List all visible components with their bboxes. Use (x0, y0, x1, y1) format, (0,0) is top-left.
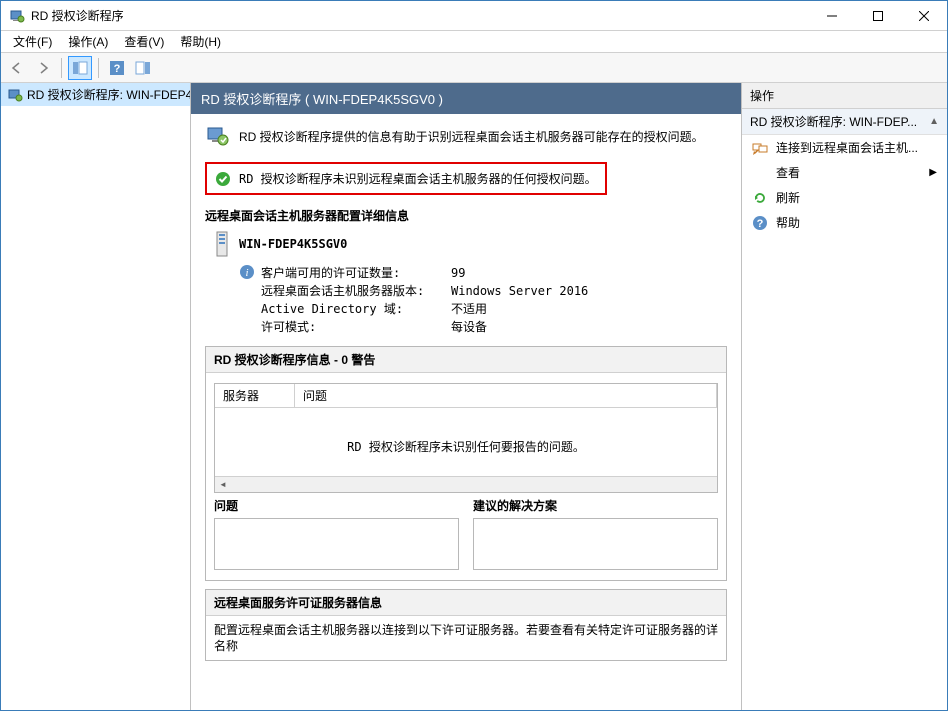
kv-label: 客户端可用的许可证数量: (261, 264, 451, 282)
kv-value: Windows Server 2016 (451, 282, 588, 300)
menu-view[interactable]: 查看(V) (116, 31, 172, 52)
action-view[interactable]: 查看 ▶ (742, 160, 947, 185)
action-help[interactable]: ? 帮助 (742, 210, 947, 235)
titlebar: RD 授权诊断程序 (1, 1, 947, 31)
submenu-arrow-icon: ▶ (929, 167, 937, 178)
kv-label: 远程桌面会话主机服务器版本: (261, 282, 451, 300)
app-icon (9, 8, 25, 24)
server-name: WIN-FDEP4K5SGV0 (239, 237, 347, 251)
nav-back-button[interactable] (5, 56, 29, 80)
connect-icon (752, 140, 768, 156)
action-view-label: 查看 (776, 164, 800, 181)
menubar: 文件(F) 操作(A) 查看(V) 帮助(H) (1, 31, 947, 53)
diagnostic-icon (7, 87, 23, 103)
diagnostic-large-icon (205, 124, 229, 148)
action-refresh-label: 刷新 (776, 189, 800, 206)
info-icon: i (239, 264, 255, 280)
collapse-icon: ▲ (929, 116, 939, 127)
kv-value: 不适用 (451, 300, 487, 318)
action-help-label: 帮助 (776, 214, 800, 231)
diag-info-title: RD 授权诊断程序信息 - 0 警告 (206, 347, 726, 373)
license-server-group: 远程桌面服务许可证服务器信息 配置远程桌面会话主机服务器以连接到以下许可证服务器… (205, 589, 727, 661)
tree-root-label: RD 授权诊断程序: WIN-FDEP4 (27, 86, 191, 103)
actions-panel: 操作 RD 授权诊断程序: WIN-FDEP... ▲ 连接到远程桌面会话主机.… (742, 83, 947, 710)
help-button[interactable]: ? (105, 56, 129, 80)
refresh-icon (752, 190, 768, 206)
kv-row: 许可模式:每设备 (261, 318, 717, 336)
kv-value: 每设备 (451, 318, 487, 336)
close-button[interactable] (901, 1, 947, 31)
diag-table[interactable]: 服务器 问题 RD 授权诊断程序未识别任何要报告的问题。 (214, 383, 718, 493)
config-details: i 客户端可用的许可证数量:99 远程桌面会话主机服务器版本:Windows S… (239, 264, 717, 336)
table-col-server[interactable]: 服务器 (215, 384, 295, 407)
minimize-button[interactable] (809, 1, 855, 31)
kv-row: Active Directory 域:不适用 (261, 300, 717, 318)
horizontal-scrollbar[interactable] (215, 476, 717, 492)
help-icon: ? (752, 215, 768, 231)
server-icon (215, 230, 229, 258)
problem-box[interactable] (214, 518, 459, 570)
license-server-title: 远程桌面服务许可证服务器信息 (206, 590, 726, 616)
toolbar-separator (98, 58, 99, 78)
toolbar-separator (61, 58, 62, 78)
window-title: RD 授权诊断程序 (31, 7, 809, 24)
actions-group-title[interactable]: RD 授权诊断程序: WIN-FDEP... ▲ (742, 109, 947, 135)
main-layout: RD 授权诊断程序: WIN-FDEP4 RD 授权诊断程序 ( WIN-FDE… (1, 83, 947, 710)
nav-forward-button[interactable] (31, 56, 55, 80)
toolbar: ? (1, 53, 947, 83)
show-tree-button[interactable] (68, 56, 92, 80)
kv-row: 远程桌面会话主机服务器版本:Windows Server 2016 (261, 282, 717, 300)
center-body: RD 授权诊断程序提供的信息有助于识别远程桌面会话主机服务器可能存在的授权问题。… (191, 114, 741, 710)
menu-action[interactable]: 操作(A) (60, 31, 116, 52)
actions-pane-button[interactable] (131, 56, 155, 80)
server-line: WIN-FDEP4K5SGV0 (215, 230, 717, 258)
table-col-problem[interactable]: 问题 (295, 384, 717, 407)
svg-text:i: i (245, 267, 248, 279)
action-connect-label: 连接到远程桌面会话主机... (776, 139, 918, 156)
menu-file[interactable]: 文件(F) (5, 31, 60, 52)
kv-label: Active Directory 域: (261, 300, 451, 318)
intro-strip: RD 授权诊断程序提供的信息有助于识别远程桌面会话主机服务器可能存在的授权问题。 (191, 114, 741, 158)
actions-group-label: RD 授权诊断程序: WIN-FDEP... (750, 113, 917, 130)
center-header: RD 授权诊断程序 ( WIN-FDEP4K5SGV0 ) (191, 83, 741, 114)
problem-title: 问题 (214, 497, 459, 514)
kv-value: 99 (451, 264, 465, 282)
config-section-title: 远程桌面会话主机服务器配置详细信息 (205, 207, 727, 224)
table-empty-msg: RD 授权诊断程序未识别任何要报告的问题。 (215, 408, 717, 485)
kv-row: 客户端可用的许可证数量:99 (261, 264, 717, 282)
action-refresh[interactable]: 刷新 (742, 185, 947, 210)
svg-text:?: ? (114, 63, 121, 75)
license-server-text: 配置远程桌面会话主机服务器以连接到以下许可证服务器。若要查看有关特定许可证服务器… (206, 616, 726, 660)
view-spacer-icon (752, 165, 768, 181)
status-highlight-box: RD 授权诊断程序未识别远程桌面会话主机服务器的任何授权问题。 (205, 162, 607, 195)
action-connect[interactable]: 连接到远程桌面会话主机... (742, 135, 947, 160)
tree-panel: RD 授权诊断程序: WIN-FDEP4 (1, 83, 191, 710)
tree-root-item[interactable]: RD 授权诊断程序: WIN-FDEP4 (1, 83, 190, 106)
diag-info-group: RD 授权诊断程序信息 - 0 警告 服务器 问题 RD 授权诊断程序未识别任何… (205, 346, 727, 581)
solution-box[interactable] (473, 518, 718, 570)
solution-title: 建议的解决方案 (473, 497, 718, 514)
check-icon (215, 171, 231, 187)
status-text: RD 授权诊断程序未识别远程桌面会话主机服务器的任何授权问题。 (239, 170, 597, 187)
svg-text:?: ? (757, 218, 764, 230)
menu-help[interactable]: 帮助(H) (172, 31, 229, 52)
center-panel: RD 授权诊断程序 ( WIN-FDEP4K5SGV0 ) RD 授权诊断程序提… (191, 83, 742, 710)
maximize-button[interactable] (855, 1, 901, 31)
kv-label: 许可模式: (261, 318, 451, 336)
actions-header: 操作 (742, 83, 947, 109)
intro-text: RD 授权诊断程序提供的信息有助于识别远程桌面会话主机服务器可能存在的授权问题。 (239, 128, 704, 145)
